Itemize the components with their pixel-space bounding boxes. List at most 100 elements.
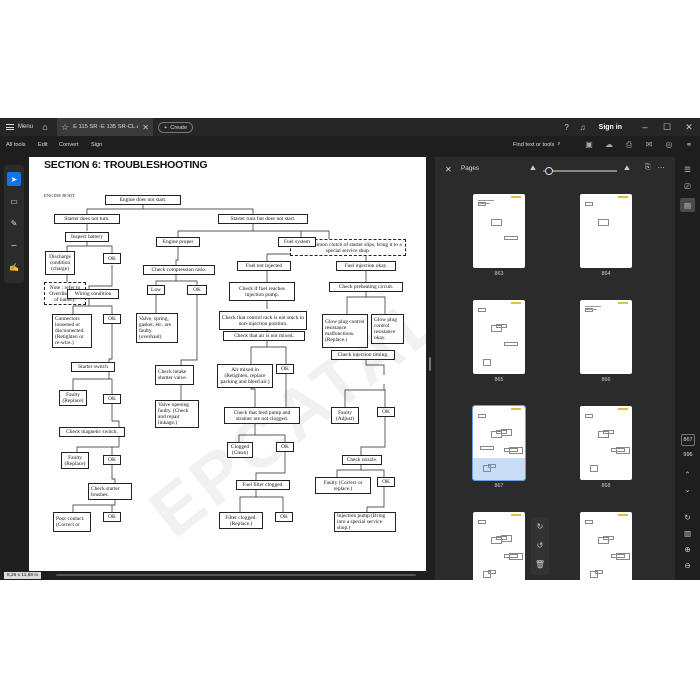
document-page[interactable]: EPCATALOG.COM SECTION 6: TROUBLESHOOTING… bbox=[29, 157, 426, 571]
close-window-icon[interactable]: ✕ bbox=[678, 122, 700, 133]
more-options-icon[interactable]: ⋯ bbox=[658, 164, 665, 172]
page-view-icon[interactable]: ⎚ bbox=[680, 180, 695, 194]
menu-button[interactable]: Menu bbox=[6, 118, 33, 136]
fc-node: Check that control rack is not stuck in … bbox=[219, 311, 307, 330]
thumbnail-content bbox=[491, 219, 502, 226]
notifications-icon[interactable]: ♫ bbox=[575, 123, 591, 132]
thumbnail-content bbox=[595, 570, 603, 574]
fc-node: Fuel filter clogged. bbox=[236, 480, 290, 490]
page-thumbnail[interactable] bbox=[580, 300, 632, 374]
page-thumbnail-label: 864 bbox=[601, 271, 611, 277]
page-thumbnail[interactable] bbox=[473, 194, 525, 268]
email-icon[interactable]: ✉ bbox=[642, 140, 656, 150]
fc-node: Faulty (Replace) bbox=[59, 390, 87, 406]
page-thumbnail[interactable] bbox=[472, 405, 526, 481]
sign-in-button[interactable]: Sign in bbox=[599, 124, 622, 131]
delete-page-icon[interactable]: 🗑 bbox=[531, 555, 549, 574]
panel-splitter[interactable] bbox=[426, 157, 435, 571]
page-thumbnail[interactable] bbox=[580, 406, 632, 480]
fc-node: Starter switch bbox=[71, 362, 115, 372]
thumbnail-zoom-slider[interactable] bbox=[543, 167, 617, 175]
fill-sign-icon[interactable]: ✍ bbox=[7, 260, 21, 274]
page-thumbnail[interactable] bbox=[473, 300, 525, 374]
fc-node: Check compression ratio. bbox=[143, 265, 215, 275]
zoom-in-icon[interactable]: ⛰ bbox=[624, 165, 630, 173]
maximize-icon[interactable]: ☐ bbox=[656, 122, 678, 133]
acrobat-window: Menu ⌂ ☆ E 115 SR -E 135 SR-CL.AW... ✕ +… bbox=[0, 118, 700, 580]
thumbnail-content bbox=[616, 553, 630, 560]
thumbnail-content bbox=[488, 570, 496, 574]
fc-node: Faulty (Adjust) bbox=[331, 407, 359, 424]
zoom-in-page-icon[interactable]: ⊕ bbox=[680, 542, 695, 556]
insert-page-icon[interactable]: ⎘ bbox=[645, 164, 651, 172]
splitter-handle[interactable] bbox=[429, 357, 431, 371]
menu-edit[interactable]: Edit bbox=[38, 142, 48, 148]
fc-node: Fuel not injected bbox=[237, 261, 291, 271]
add-comment-icon[interactable]: ▭ bbox=[7, 194, 21, 208]
next-page-icon[interactable]: ⌄ bbox=[680, 482, 695, 496]
page-thumbnail[interactable] bbox=[580, 194, 632, 268]
zoom-out-icon[interactable]: ⛰ bbox=[530, 165, 536, 173]
link-icon[interactable]: ⚭ bbox=[682, 140, 696, 150]
right-rail: ☰ ⎚ ▤ 867 996 ⌃ ⌄ ↻ ▥ ⊕ ⊖ bbox=[675, 157, 700, 580]
thumbnail-content bbox=[603, 536, 614, 540]
thumbnail-content bbox=[509, 553, 523, 560]
rotate-counterclockwise-icon[interactable]: ↺ bbox=[531, 536, 549, 555]
close-panel-icon[interactable]: ✕ bbox=[445, 165, 452, 174]
current-page-number[interactable]: 867 bbox=[681, 434, 695, 446]
comments-icon[interactable]: ☰ bbox=[680, 162, 695, 176]
draw-freehand-icon[interactable]: ∽ bbox=[7, 238, 21, 252]
fc-node: Glow plug control resistance malfunction… bbox=[322, 314, 368, 348]
zoom-out-page-icon[interactable]: ⊖ bbox=[680, 558, 695, 572]
fc-node: Fuel injection okay. bbox=[336, 261, 396, 271]
fc-node: OK bbox=[103, 512, 121, 522]
fc-node: Check if fuel reaches injection pump. bbox=[229, 282, 295, 301]
thumbnail-content bbox=[585, 414, 593, 418]
fc-node: OK bbox=[276, 364, 294, 374]
thumbnail-content bbox=[480, 446, 494, 450]
fc-node: Filter clogged. (Replace.) bbox=[219, 512, 263, 529]
thumbnail-content bbox=[501, 535, 512, 542]
pages-scrollbar[interactable] bbox=[670, 187, 673, 477]
help-icon[interactable]: ? bbox=[559, 123, 575, 132]
home-icon[interactable]: ⌂ bbox=[39, 118, 51, 136]
fc-node: Check that feed pump and strainer are no… bbox=[224, 407, 300, 424]
thumbnail-content bbox=[504, 236, 518, 240]
rotate-clockwise-icon[interactable]: ↻ bbox=[531, 517, 549, 536]
menu-convert[interactable]: Convert bbox=[59, 142, 79, 148]
save-icon[interactable]: ▣ bbox=[582, 140, 596, 150]
page-thumbnail[interactable] bbox=[580, 512, 632, 580]
minimize-icon[interactable]: – bbox=[634, 122, 656, 132]
organize-pages-icon[interactable]: ▤ bbox=[680, 198, 695, 212]
fc-node: Poor contact. (Correct or bbox=[53, 512, 91, 532]
horizontal-scrollbar[interactable] bbox=[56, 574, 416, 576]
menu-all-tools[interactable]: All tools bbox=[6, 142, 26, 148]
create-label: Create bbox=[170, 124, 188, 131]
star-icon[interactable]: ☆ bbox=[61, 122, 69, 133]
thumbnail-text-line bbox=[585, 309, 597, 310]
zoom-slider-knob[interactable] bbox=[544, 167, 553, 175]
fc-node: Connectors loosened or disconnected. (Re… bbox=[52, 314, 92, 348]
fc-node: OK bbox=[275, 512, 293, 522]
read-mode-icon[interactable]: ▥ bbox=[680, 526, 695, 540]
upload-icon[interactable]: ☁ bbox=[602, 140, 616, 150]
thumbnail-content bbox=[483, 359, 491, 366]
thumbnail-content bbox=[585, 520, 593, 524]
print-icon[interactable]: ⎙ bbox=[622, 140, 636, 150]
previous-page-icon[interactable]: ⌃ bbox=[680, 467, 695, 481]
page-thumbnail[interactable] bbox=[473, 512, 525, 580]
close-tab-icon[interactable]: ✕ bbox=[142, 123, 149, 132]
create-button[interactable]: + Create bbox=[158, 122, 194, 133]
pages-panel-title: Pages bbox=[461, 165, 480, 172]
fc-node: Check injection timing. bbox=[331, 350, 395, 360]
menu-sign[interactable]: Sign bbox=[91, 142, 102, 148]
page-thumbnail-label: 866 bbox=[601, 377, 611, 383]
select-cursor-icon[interactable]: ➤ bbox=[7, 172, 21, 186]
ai-assistant-icon[interactable]: ◎ bbox=[662, 140, 676, 150]
page-size-label: 8,26 x 11,69 in bbox=[4, 572, 42, 579]
refresh-icon[interactable]: ↻ bbox=[680, 510, 695, 524]
fc-node: Check starter brushes. bbox=[88, 483, 132, 500]
document-tab[interactable]: ☆ E 115 SR -E 135 SR-CL.AW... ✕ bbox=[57, 118, 153, 136]
find-text-or-tools[interactable]: Find text or tools ⌕ bbox=[513, 141, 561, 148]
highlight-pen-icon[interactable]: ✎ bbox=[7, 216, 21, 230]
